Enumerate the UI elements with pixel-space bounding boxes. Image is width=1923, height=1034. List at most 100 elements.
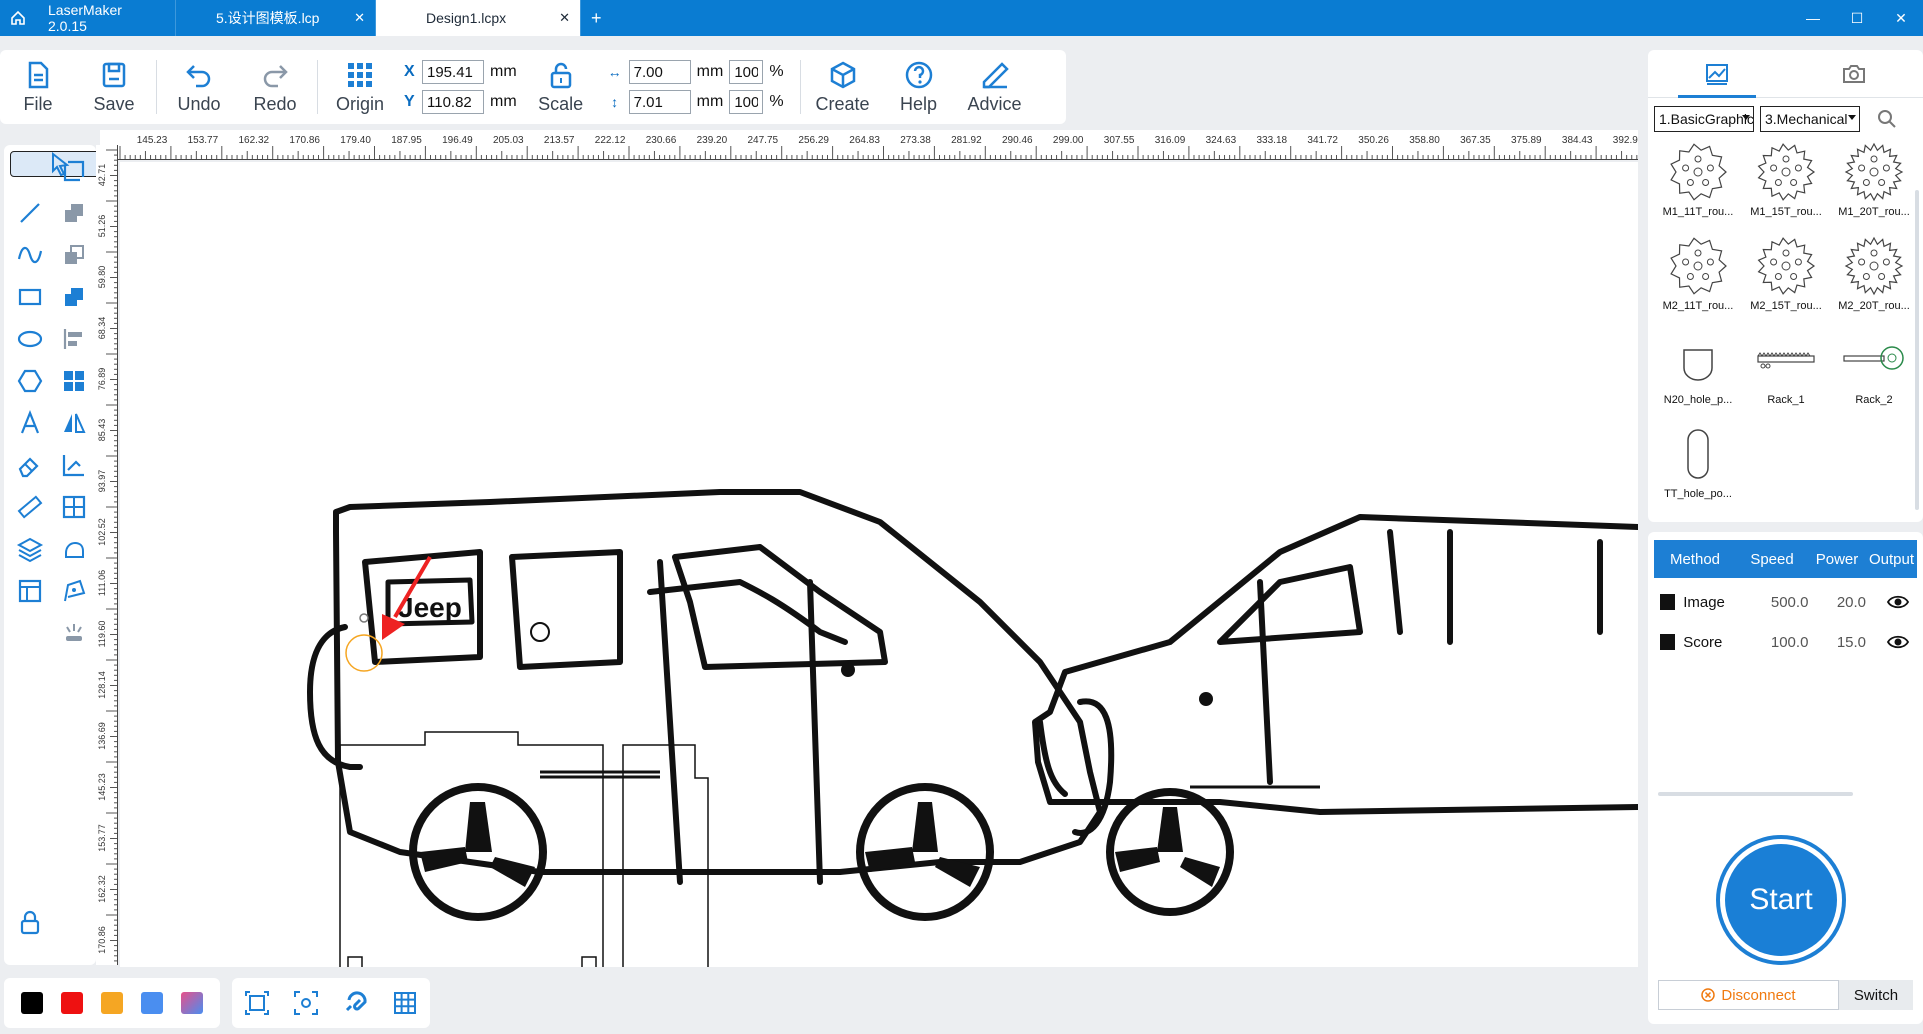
start-button[interactable]: Start [1725,844,1837,956]
combine-icon [65,204,83,222]
layout-icon [18,579,42,603]
layer-row[interactable]: Image 500.0 20.0 [1654,582,1917,622]
scale-lock-button[interactable]: Scale [523,50,599,124]
eraser-tool[interactable] [10,445,50,485]
toolbar-divider [317,60,318,114]
maximize-button[interactable]: ☐ [1835,0,1879,36]
library-item[interactable]: N20_hole_p... [1656,328,1740,422]
close-window-button[interactable]: ✕ [1879,0,1923,36]
y-position-field[interactable] [422,90,484,114]
search-icon[interactable] [1876,108,1898,130]
library-item[interactable]: M2_15T_rou... [1744,234,1828,328]
chart-tool[interactable] [54,445,94,485]
text-tool[interactable] [10,403,50,443]
zoom-selection-icon[interactable] [293,990,319,1016]
gear-icon [1757,237,1816,295]
add-tab-button[interactable]: + [581,0,612,36]
layers-tool[interactable] [10,529,50,569]
ruler-tick-label: 247.75 [748,135,779,146]
library-item[interactable]: M1_20T_rou... [1832,140,1916,234]
color-swatch-orange[interactable] [101,992,123,1014]
fit-screen-icon[interactable] [244,990,270,1016]
grid-icon[interactable] [392,990,418,1016]
close-icon[interactable]: ✕ [354,10,365,26]
create-button[interactable]: Create [805,50,881,124]
layer-row[interactable]: Score 100.0 15.0 [1654,622,1917,662]
align-tool[interactable] [54,319,94,359]
home-icon[interactable] [0,0,36,36]
image-icon [1705,63,1728,85]
magnet-icon[interactable] [343,990,369,1016]
library-item-label: M1_15T_rou... [1750,206,1822,218]
mirror-tool[interactable] [54,403,94,443]
undo-button[interactable]: Undo [161,50,237,124]
intersect-icon [65,288,83,306]
eye-icon[interactable] [1879,594,1917,610]
line-tool[interactable] [10,193,50,233]
layer-color-chip[interactable] [1660,594,1676,610]
height-icon: ↕ [611,94,619,110]
intersect-tool[interactable] [54,277,94,317]
ruler-tick-label: 162.32 [239,135,270,146]
array-tool[interactable] [54,361,94,401]
pen-tool[interactable] [54,571,94,611]
design-canvas[interactable]: Jeep [120,162,1638,967]
width-field[interactable] [628,60,691,84]
switch-button[interactable]: Switch [1839,980,1913,1010]
layer-color-chip[interactable] [1660,634,1676,650]
rectangle-tool[interactable] [10,277,50,317]
library-item[interactable]: M2_11T_rou... [1656,234,1740,328]
tab-template[interactable]: 5.设计图模板.lcp ✕ [176,0,376,36]
color-swatch-gradient[interactable] [181,992,203,1014]
minimize-button[interactable]: — [1791,0,1835,36]
library-item[interactable]: Rack_2 [1832,328,1916,422]
lock-tool[interactable] [10,903,50,943]
color-swatch-black[interactable] [21,992,43,1014]
file-button[interactable]: File [0,50,76,124]
tab-gallery[interactable] [1648,50,1786,98]
disconnect-button[interactable]: Disconnect [1658,980,1839,1010]
polygon-tool[interactable] [10,361,50,401]
scale-label: Scale [538,93,584,114]
height-percent-field[interactable] [729,90,764,114]
advice-button[interactable]: Advice [957,50,1033,124]
x-position-field[interactable] [422,60,484,84]
library-item[interactable]: Rack_1 [1744,328,1828,422]
redo-button[interactable]: Redo [237,50,313,124]
library-item[interactable]: TT_hole_po... [1656,422,1740,516]
eye-icon[interactable] [1879,634,1917,650]
save-button[interactable]: Save [76,50,152,124]
node-edit-tool[interactable] [54,151,94,191]
category-select-basic[interactable]: 1.BasicGraphics [1654,106,1754,132]
light-tool[interactable] [54,613,94,653]
ruler-tick-label: 281.92 [951,135,982,146]
width-percent-field[interactable] [729,60,764,84]
library-scrollbar[interactable] [1915,190,1919,510]
measure-tool[interactable] [10,487,50,527]
origin-button[interactable]: Origin [322,50,398,124]
ellipse-tool[interactable] [10,319,50,359]
color-swatch-red[interactable] [61,992,83,1014]
width-icon: ↔ [607,64,622,80]
curve-tool[interactable] [10,235,50,275]
category-select-mechanical[interactable]: 3.Mechanical [1760,106,1860,132]
tab-design1[interactable]: Design1.lcpx ✕ [376,0,581,36]
ruler-tick-label: 367.35 [1460,135,1491,146]
layout-tool[interactable] [10,571,50,611]
close-icon[interactable]: ✕ [559,10,570,26]
combine-tool[interactable] [54,193,94,233]
help-button[interactable]: Help [881,50,957,124]
create-label: Create [815,93,870,114]
height-field[interactable] [628,90,691,114]
subtract-tool[interactable] [54,235,94,275]
tab-camera[interactable] [1786,50,1923,97]
ruler-tick-label: 213.57 [544,135,575,146]
ruler-tick-label: 119.60 [97,621,107,648]
library-item[interactable]: M2_20T_rou... [1832,234,1916,328]
color-swatch-blue[interactable] [141,992,163,1014]
hand-tool[interactable] [54,529,94,569]
library-item[interactable]: M1_11T_rou... [1656,140,1740,234]
library-item[interactable]: M1_15T_rou... [1744,140,1828,234]
ruler-tick-label: 85.43 [97,419,107,442]
border-array-tool[interactable] [54,487,94,527]
